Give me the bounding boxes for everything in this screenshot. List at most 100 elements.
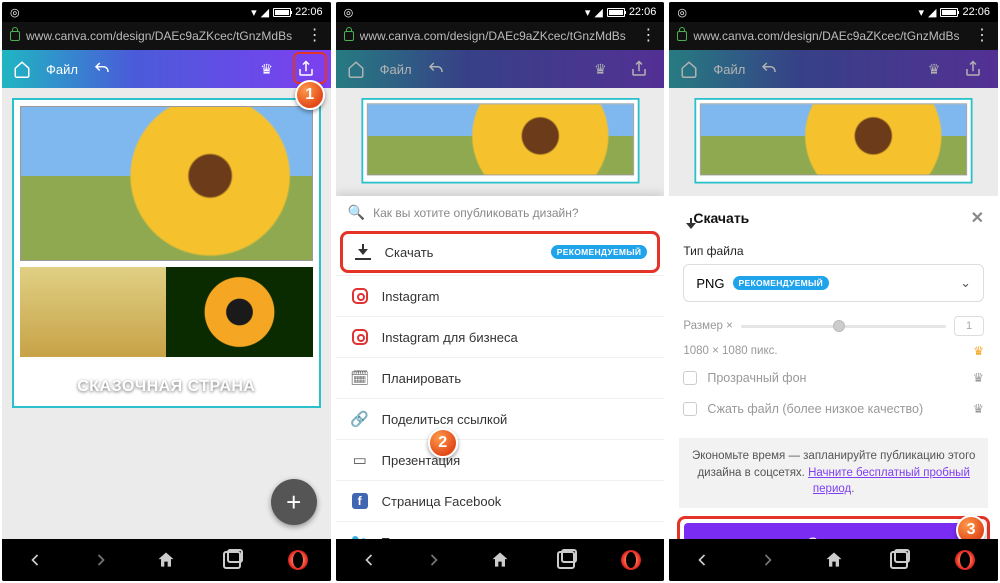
back-icon[interactable] (690, 548, 714, 572)
lock-icon (344, 31, 354, 41)
file-menu[interactable]: Файл (46, 62, 78, 77)
share-button (958, 54, 988, 84)
size-hint: 1080 × 1080 пикс. (683, 345, 777, 357)
option-schedule[interactable]: 🗓 Планировать (336, 357, 665, 398)
app-toolbar: Файл ♛ (669, 50, 998, 88)
home-nav-icon[interactable] (488, 548, 512, 572)
transparent-bg-option[interactable]: Прозрачный фон ♛ (669, 362, 998, 393)
compress-label: Сжать файл (более низкое качество) (707, 402, 923, 416)
download-icon (353, 242, 373, 262)
option-instagram-biz-label: Instagram для бизнеса (382, 330, 518, 345)
filetype-badge: РЕКОМЕНДУЕМЫЙ (733, 276, 830, 290)
callout-3: 3 (956, 515, 986, 539)
option-instagram-biz[interactable]: Instagram для бизнеса (336, 316, 665, 357)
battery-icon (273, 8, 291, 17)
screenshot-2: ◎ ▾ ◢ 22:06 www.canva.com/design/DAEc9aZ… (336, 2, 665, 581)
editor-canvas-area: СКАЗОЧНАЯ СТРАНА + (2, 88, 331, 539)
size-label: Размер × (683, 320, 732, 332)
opera-icon[interactable] (953, 548, 977, 572)
opera-icon[interactable] (619, 548, 643, 572)
highlight-download-btn: Скачать (677, 516, 990, 539)
browser-url-bar[interactable]: www.canva.com/design/DAEc9aZKcec/tGnzMdB… (2, 22, 331, 50)
status-time: 22:06 (295, 6, 323, 18)
file-menu: Файл (380, 62, 412, 77)
twitter-icon: 🐦 (350, 532, 370, 539)
instagram-icon (350, 327, 370, 347)
screenshot-3: ◎ ▾ ◢ 22:06 www.canva.com/design/DAEc9aZ… (669, 2, 998, 581)
compress-option[interactable]: Сжать файл (более низкое качество) ♛ (669, 393, 998, 424)
undo-icon (759, 59, 779, 79)
upsell-link[interactable]: Начните бесплатный пробный период (808, 467, 970, 496)
option-download[interactable]: Скачать РЕКОМЕНДУЕМЫЙ (340, 231, 661, 273)
option-link[interactable]: 🔗 Поделиться ссылкой (336, 398, 665, 439)
option-twitter-label: Твиттер (382, 535, 430, 540)
file-menu: Файл (713, 62, 745, 77)
tabs-icon[interactable] (887, 548, 911, 572)
option-instagram[interactable]: Instagram (336, 275, 665, 316)
undo-icon[interactable] (92, 59, 112, 79)
home-nav-icon[interactable] (154, 548, 178, 572)
size-value[interactable]: 1 (954, 316, 984, 336)
lock-icon (10, 31, 20, 41)
upsell-banner: Экономьте время — запланируйте публикаци… (679, 438, 988, 508)
design-caption: СКАЗОЧНАЯ СТРАНА (14, 378, 319, 396)
back-icon[interactable] (357, 548, 381, 572)
editor-canvas-area: Скачать ✕ Тип файла PNG РЕКОМЕНДУЕМЫЙ ⌄ … (669, 88, 998, 539)
screenshot-1: ◎ ▾ ◢ 22:06 www.canva.com/design/DAEc9aZ… (2, 2, 331, 581)
option-fb-page-label: Страница Facebook (382, 494, 502, 509)
crown-icon: ♛ (973, 401, 984, 416)
home-icon[interactable] (12, 59, 32, 79)
home-icon (679, 59, 699, 79)
callout-1: 1 (295, 80, 325, 110)
facebook-icon: f (350, 491, 370, 511)
publish-sheet: 🔍 Как вы хотите опубликовать дизайн? Ска… (336, 196, 665, 539)
url-text: www.canva.com/design/DAEc9aZKcec/tGnzMdB… (693, 29, 968, 43)
design-canvas[interactable]: СКАЗОЧНАЯ СТРАНА (12, 98, 321, 408)
home-nav-icon[interactable] (822, 548, 846, 572)
design-canvas (361, 98, 639, 184)
design-image-top (700, 103, 967, 175)
tabs-icon[interactable] (220, 548, 244, 572)
add-page-fab[interactable]: + (271, 479, 317, 525)
url-text: www.canva.com/design/DAEc9aZKcec/tGnzMdB… (360, 29, 635, 43)
forward-icon[interactable] (422, 548, 446, 572)
forward-icon[interactable] (89, 548, 113, 572)
download-title: Скачать (693, 210, 749, 226)
download-button[interactable]: Скачать (684, 523, 983, 539)
transparent-bg-label: Прозрачный фон (707, 371, 806, 385)
recommended-badge: РЕКОМЕНДУЕМЫЙ (551, 245, 648, 259)
filetype-select[interactable]: PNG РЕКОМЕНДУЕМЫЙ ⌄ (683, 264, 984, 302)
shazam-icon: ◎ (344, 6, 354, 19)
filetype-value: PNG (696, 276, 724, 291)
crown-icon[interactable]: ♛ (257, 59, 277, 79)
crown-icon: ♛ (924, 59, 944, 79)
status-time: 22:06 (629, 6, 657, 18)
crown-icon: ♛ (973, 344, 984, 358)
size-slider[interactable] (741, 325, 946, 328)
menu-dots-icon[interactable]: ⋮ (640, 28, 656, 44)
app-toolbar: Файл ♛ (336, 50, 665, 88)
option-twitter[interactable]: 🐦 Твиттер (336, 521, 665, 539)
chevron-down-icon: ⌄ (960, 275, 971, 291)
forward-icon[interactable] (756, 548, 780, 572)
menu-dots-icon[interactable]: ⋮ (307, 28, 323, 44)
search-placeholder: Как вы хотите опубликовать дизайн? (373, 206, 578, 220)
status-bar: ◎ ▾ ◢ 22:06 (669, 2, 998, 22)
option-instagram-label: Instagram (382, 289, 440, 304)
shazam-icon: ◎ (10, 6, 20, 19)
tabs-icon[interactable] (554, 548, 578, 572)
publish-search[interactable]: 🔍 Как вы хотите опубликовать дизайн? (336, 196, 665, 229)
checkbox-icon (683, 371, 697, 385)
browser-bottom-nav (336, 539, 665, 581)
close-icon[interactable]: ✕ (971, 208, 984, 228)
wifi-icon: ▾ (585, 6, 591, 19)
battery-icon (940, 8, 958, 17)
crown-icon: ♛ (973, 370, 984, 385)
option-fb-page[interactable]: f Страница Facebook (336, 480, 665, 521)
browser-url-bar[interactable]: www.canva.com/design/DAEc9aZKcec/tGnzMdB… (669, 22, 998, 50)
menu-dots-icon[interactable]: ⋮ (974, 28, 990, 44)
option-presentation[interactable]: ▭ Презентация (336, 439, 665, 480)
opera-icon[interactable] (286, 548, 310, 572)
back-icon[interactable] (23, 548, 47, 572)
browser-url-bar[interactable]: www.canva.com/design/DAEc9aZKcec/tGnzMdB… (336, 22, 665, 50)
